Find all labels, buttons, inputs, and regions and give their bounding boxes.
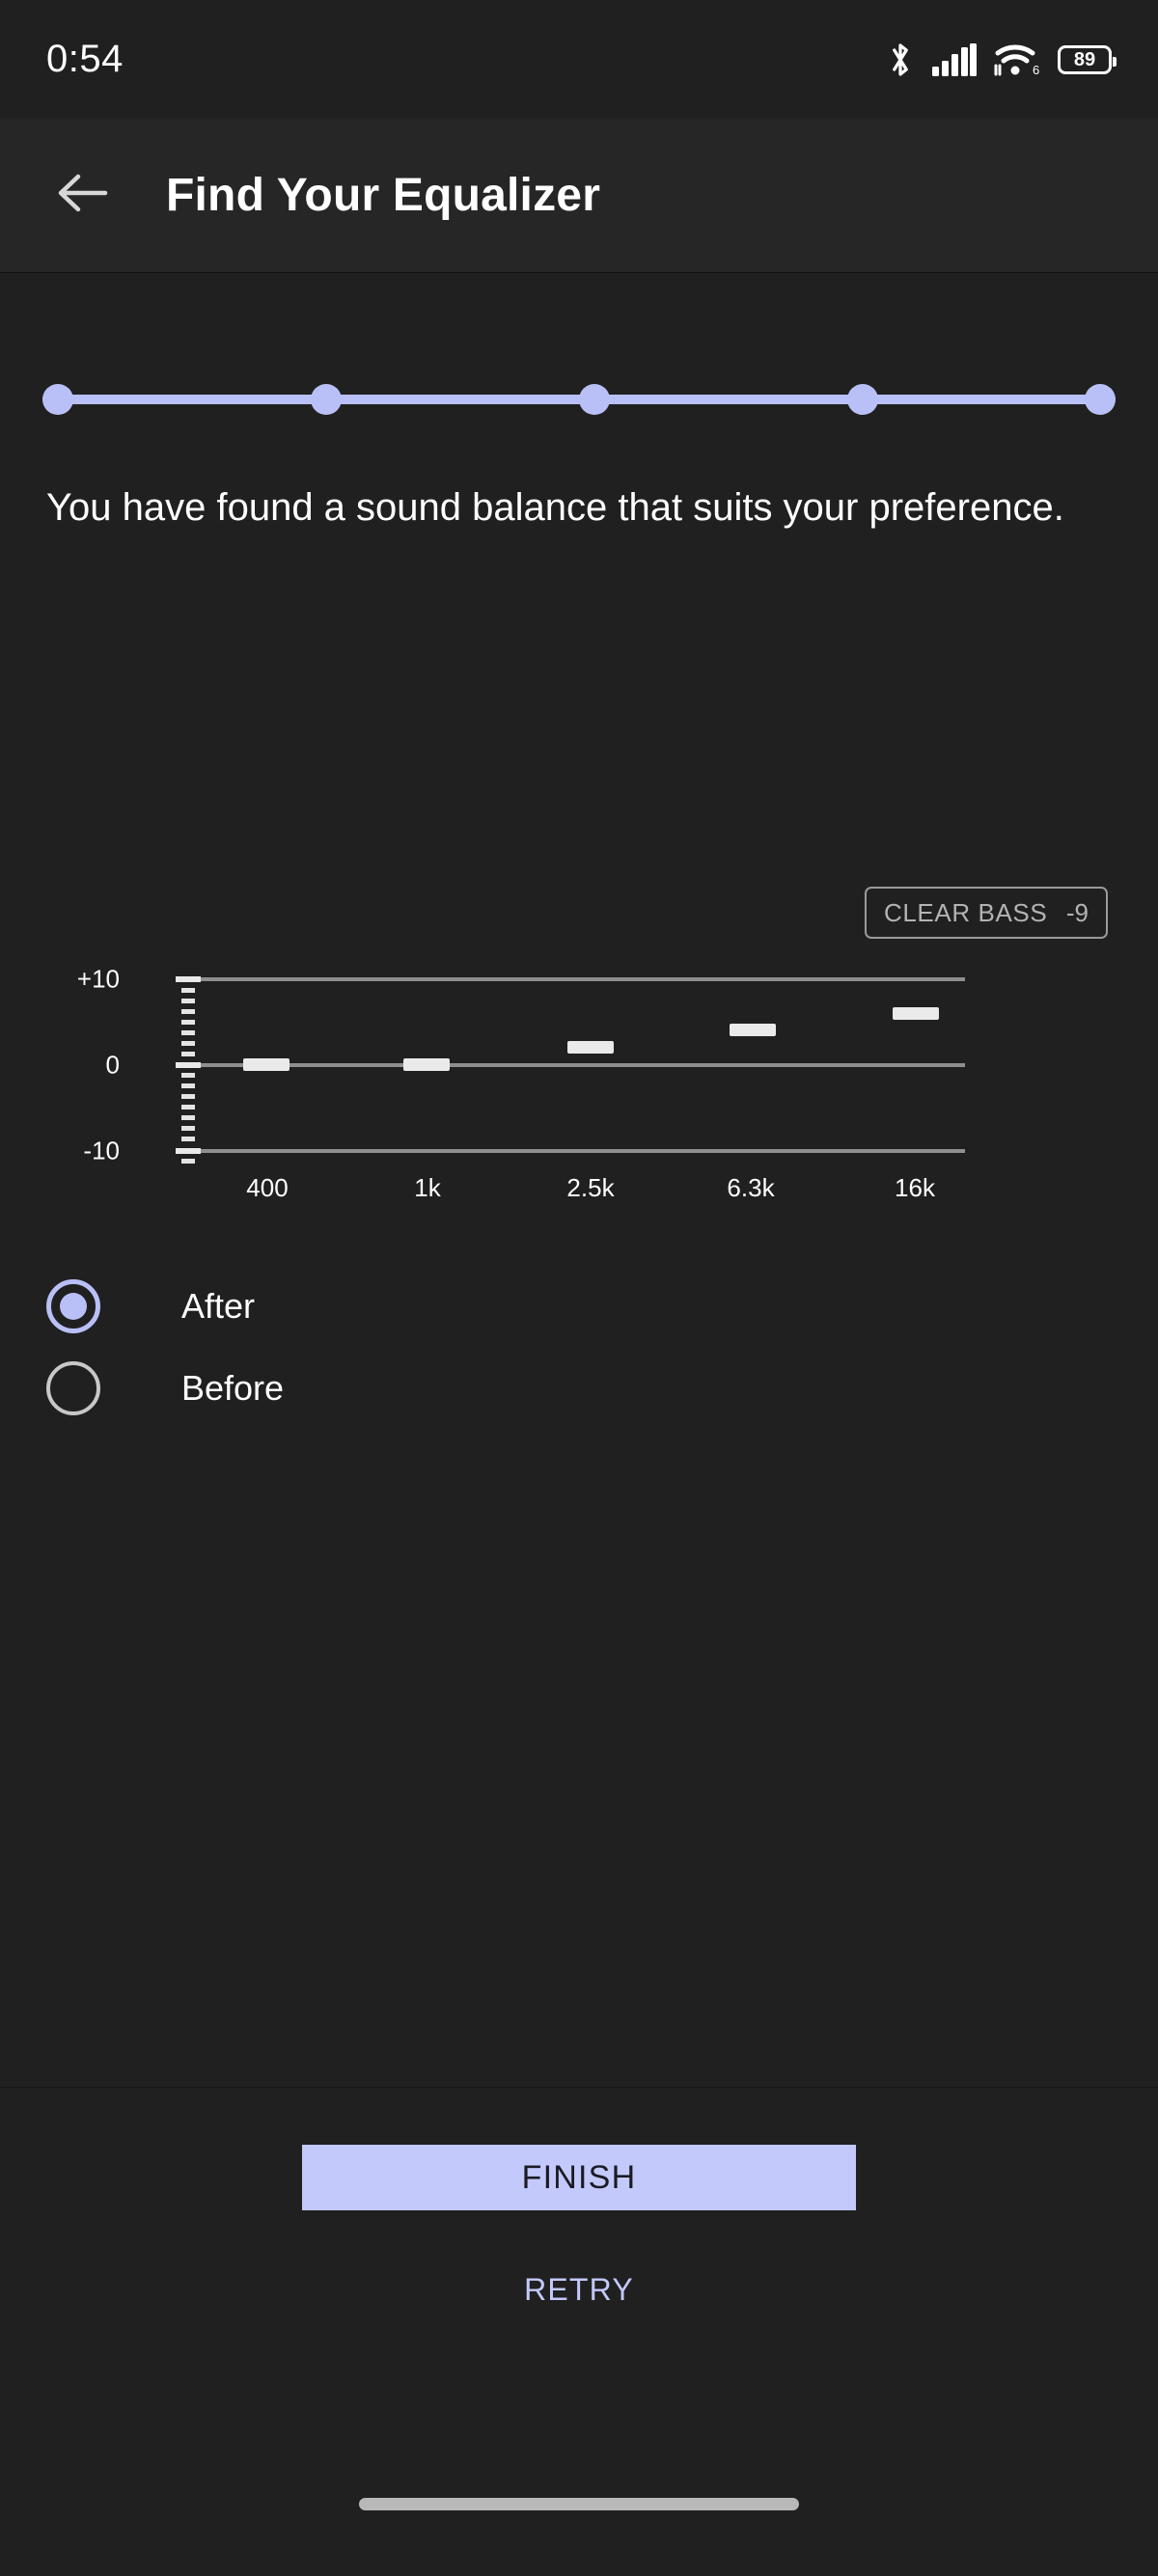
status-clock: 0:54 (46, 38, 124, 80)
xtick-label-6.3k: 6.3k (727, 1173, 775, 1202)
axis-tick (176, 976, 201, 982)
finish-button[interactable]: FINISH (302, 2145, 856, 2210)
eq-band-400[interactable] (243, 1058, 290, 1071)
eq-band-2.5k[interactable] (567, 1041, 614, 1054)
xtick-label-1k: 1k (414, 1173, 441, 1202)
axis-tick (181, 1105, 195, 1110)
page-title: Find Your Equalizer (166, 170, 601, 221)
svg-text:6: 6 (1033, 63, 1039, 77)
axis-tick (176, 1148, 201, 1154)
axis-tick (181, 1073, 195, 1078)
axis-tick (181, 1052, 195, 1056)
gridline-minus10 (198, 1149, 965, 1153)
axis-tick (181, 1094, 195, 1099)
eq-band-6.3k[interactable] (730, 1024, 776, 1036)
equalizer-chart: +10 0 -10 400 1k 2.5k 6.3k 16k (77, 949, 1100, 1210)
progress-dot-4 (847, 384, 878, 415)
clear-bass-chip[interactable]: CLEAR BASS -9 (865, 887, 1108, 939)
step-progress-indicator (42, 384, 1116, 415)
axis-tick (181, 1159, 195, 1164)
battery-icon: 89 (1058, 44, 1117, 74)
radio-inner-dot (60, 1293, 87, 1320)
status-bar: 0:54 6 89 (0, 0, 1158, 119)
bluetooth-icon (886, 41, 915, 79)
battery-level-text: 89 (1073, 48, 1096, 70)
option-label-after: After (181, 1286, 256, 1326)
phone-screen: 0:54 6 89 Find Your Equalizer You have f… (0, 0, 1158, 2576)
gesture-navigation-bar[interactable] (359, 2498, 799, 2510)
axis-tick (181, 1030, 195, 1035)
axis-tick (181, 1083, 195, 1088)
cellular-signal-icon (932, 42, 977, 76)
axis-tick (181, 999, 195, 1003)
main-content: You have found a sound balance that suit… (0, 274, 1158, 2087)
radio-before-unselected-icon[interactable] (46, 1361, 100, 1415)
option-label-before: Before (181, 1368, 285, 1408)
status-icon-group: 6 89 (886, 41, 1117, 79)
axis-tick (181, 1020, 195, 1025)
xtick-label-2.5k: 2.5k (566, 1173, 615, 1202)
xtick-label-16k: 16k (895, 1173, 935, 1202)
xtick-label-400: 400 (246, 1173, 289, 1202)
eq-band-16k[interactable] (893, 1007, 939, 1020)
axis-tick (181, 1115, 195, 1120)
y-axis-tick-ladder (176, 976, 201, 1164)
progress-dot-2 (311, 384, 342, 415)
axis-tick (181, 1137, 195, 1141)
axis-tick (176, 1062, 201, 1068)
clear-bass-label: CLEAR BASS (884, 897, 1048, 927)
gridline-plus10 (198, 977, 965, 981)
ytick-label-minus10: -10 (83, 1136, 120, 1165)
option-before[interactable]: Before (46, 1340, 818, 1437)
app-bar: Find Your Equalizer (0, 119, 1158, 273)
axis-tick (181, 1126, 195, 1131)
result-headline: You have found a sound balance that suit… (46, 486, 1064, 529)
arrow-left-icon (55, 171, 109, 220)
retry-button[interactable]: RETRY (386, 2271, 772, 2309)
axis-tick (181, 1041, 195, 1046)
ytick-label-zero: 0 (105, 1050, 120, 1080)
progress-dot-1 (42, 384, 73, 415)
progress-dot-5 (1085, 384, 1116, 415)
ytick-label-plus10: +10 (76, 964, 120, 994)
wifi-6-icon: 6 (994, 42, 1040, 77)
bottom-action-bar: FINISH RETRY (0, 2087, 1158, 2576)
axis-tick (181, 988, 195, 993)
eq-band-1k[interactable] (403, 1058, 450, 1071)
clear-bass-value: -9 (1065, 897, 1089, 927)
gridline-zero (198, 1063, 965, 1067)
back-button[interactable] (29, 171, 135, 220)
radio-after-selected-icon[interactable] (46, 1279, 100, 1333)
progress-dot-3 (579, 384, 610, 415)
axis-tick (181, 1009, 195, 1014)
